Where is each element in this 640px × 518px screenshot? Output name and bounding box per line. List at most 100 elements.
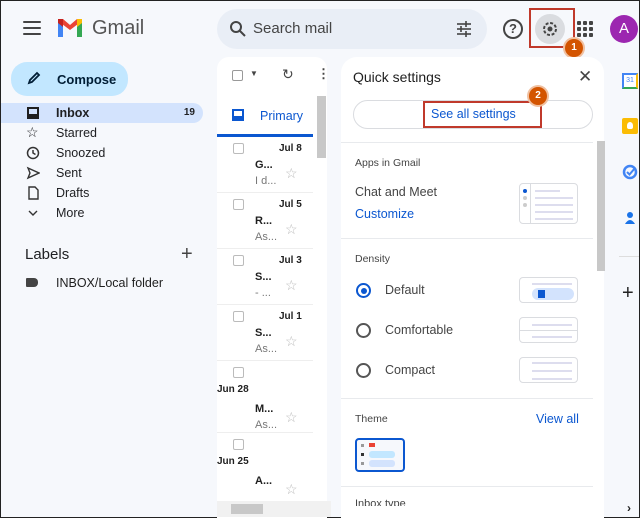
sidebar-item-drafts[interactable]: Drafts (1, 183, 203, 203)
row-date: Jun 28 (217, 384, 249, 395)
search-options-icon[interactable] (455, 20, 473, 38)
compose-button[interactable]: Compose (11, 62, 128, 96)
mail-row[interactable]: Jun 28 M... As... ☆ (217, 361, 313, 433)
density-radio-default[interactable] (356, 283, 371, 298)
divider (341, 486, 593, 487)
row-sender: A... (255, 475, 273, 487)
compose-label: Compose (57, 72, 117, 87)
mail-row[interactable]: Jul 8 G... I d... ☆ (217, 137, 313, 193)
sidebar-item-more[interactable]: More (1, 203, 203, 223)
row-checkbox[interactable] (233, 199, 244, 210)
theme-thumbnail-default[interactable] (355, 438, 405, 472)
view-all-themes-link[interactable]: View all (536, 412, 579, 426)
expand-side-panel-icon[interactable]: › (627, 501, 631, 515)
label-tag-icon (26, 278, 38, 287)
sidebar-item-sent[interactable]: Sent (1, 163, 203, 183)
mail-list-scrollbar[interactable] (317, 96, 326, 158)
divider (341, 398, 593, 399)
row-sender: G... (255, 159, 273, 171)
send-icon (26, 166, 40, 180)
row-sender: R... (255, 215, 273, 227)
main-menu-button[interactable] (23, 21, 41, 35)
sidebar-item-snoozed[interactable]: Snoozed (1, 143, 203, 163)
tab-primary[interactable]: Primary (217, 97, 313, 137)
draft-icon (28, 186, 39, 200)
density-thumbnail (519, 277, 578, 303)
row-snippet: As... (255, 343, 278, 355)
row-sender: M... (255, 403, 274, 415)
rail-divider (619, 256, 639, 257)
contacts-icon[interactable] (622, 210, 638, 226)
mail-row[interactable]: Jun 25 A... ☆ (217, 433, 313, 505)
star-icon[interactable]: ☆ (285, 277, 298, 294)
labels-heading: Labels (25, 246, 70, 263)
density-radio-compact[interactable] (356, 363, 371, 378)
row-date: Jul 5 (279, 199, 302, 210)
search-input[interactable]: Search mail (253, 20, 332, 37)
density-heading: Density (355, 253, 391, 265)
row-snippet: As... (255, 231, 278, 243)
mail-list-panel: ▼ ↻ ⋮ Primary Jul 8 G... I d... ☆ Jul 5 R... A… (217, 57, 327, 518)
add-addon-button[interactable]: + (622, 282, 634, 305)
chat-meet-label: Chat and Meet (355, 185, 437, 199)
sidebar-item-inbox[interactable]: Inbox 19 (1, 103, 203, 123)
row-checkbox[interactable] (233, 311, 244, 322)
customize-link[interactable]: Customize (355, 207, 414, 221)
star-icon: ☆ (26, 124, 39, 140)
gmail-logo-icon (58, 19, 82, 37)
select-dropdown-icon[interactable]: ▼ (250, 69, 258, 78)
star-icon[interactable]: ☆ (285, 221, 298, 238)
help-button[interactable]: ? (503, 19, 523, 39)
mail-row[interactable]: Jul 3 S... - ... ☆ (217, 249, 313, 305)
app-title: Gmail (92, 17, 145, 39)
density-option-label[interactable]: Comfortable (385, 323, 453, 337)
quick-settings-scrollbar[interactable] (597, 141, 605, 271)
inbox-tab-icon (232, 109, 244, 121)
pencil-icon (27, 71, 41, 85)
star-icon[interactable]: ☆ (285, 409, 298, 426)
density-option-label[interactable]: Compact (385, 363, 435, 377)
calendar-icon[interactable]: 31 (622, 73, 638, 89)
row-date: Jul 1 (279, 311, 302, 322)
row-sender: S... (255, 271, 272, 283)
select-all-checkbox[interactable] (232, 70, 243, 81)
mail-row[interactable]: Jul 1 S... As... ☆ (217, 305, 313, 361)
chat-meet-thumbnail (519, 183, 578, 224)
apps-grid-icon[interactable] (577, 21, 593, 37)
chevron-down-icon (28, 210, 38, 216)
tasks-icon[interactable] (622, 164, 638, 180)
mail-row[interactable]: Jul 5 R... As... ☆ (217, 193, 313, 249)
row-date: Jun 25 (217, 456, 249, 467)
inbox-count: 19 (183, 107, 195, 118)
search-bar[interactable]: Search mail (217, 9, 487, 49)
mail-list-hscrollbar[interactable] (217, 501, 331, 517)
row-checkbox[interactable] (233, 255, 244, 266)
annotation-box-2 (423, 101, 542, 128)
star-icon[interactable]: ☆ (285, 333, 298, 350)
refresh-icon[interactable]: ↻ (282, 66, 294, 83)
divider (341, 142, 593, 143)
add-label-button[interactable]: + (181, 243, 193, 266)
annotation-badge-2: 2 (529, 87, 547, 105)
row-snippet: As... (255, 419, 278, 431)
star-icon[interactable]: ☆ (285, 165, 298, 182)
hscroll-thumb[interactable] (231, 504, 263, 514)
row-date: Jul 8 (279, 143, 302, 154)
row-checkbox[interactable] (233, 439, 244, 450)
row-date: Jul 3 (279, 255, 302, 266)
row-checkbox[interactable] (233, 143, 244, 154)
avatar[interactable]: A (610, 15, 638, 43)
density-radio-comfortable[interactable] (356, 323, 371, 338)
close-icon[interactable]: ✕ (578, 67, 592, 87)
row-snippet: - ... (255, 287, 271, 299)
search-icon (230, 21, 246, 37)
density-thumbnail (519, 317, 578, 343)
more-options-icon[interactable]: ⋮ (317, 66, 327, 82)
keep-icon[interactable] (622, 118, 638, 134)
density-option-label[interactable]: Default (385, 283, 425, 297)
row-checkbox[interactable] (233, 367, 244, 378)
quick-settings-title: Quick settings (353, 69, 441, 85)
sidebar-item-starred[interactable]: ☆ Starred (1, 123, 203, 143)
star-icon[interactable]: ☆ (285, 481, 298, 498)
row-sender: S... (255, 327, 272, 339)
